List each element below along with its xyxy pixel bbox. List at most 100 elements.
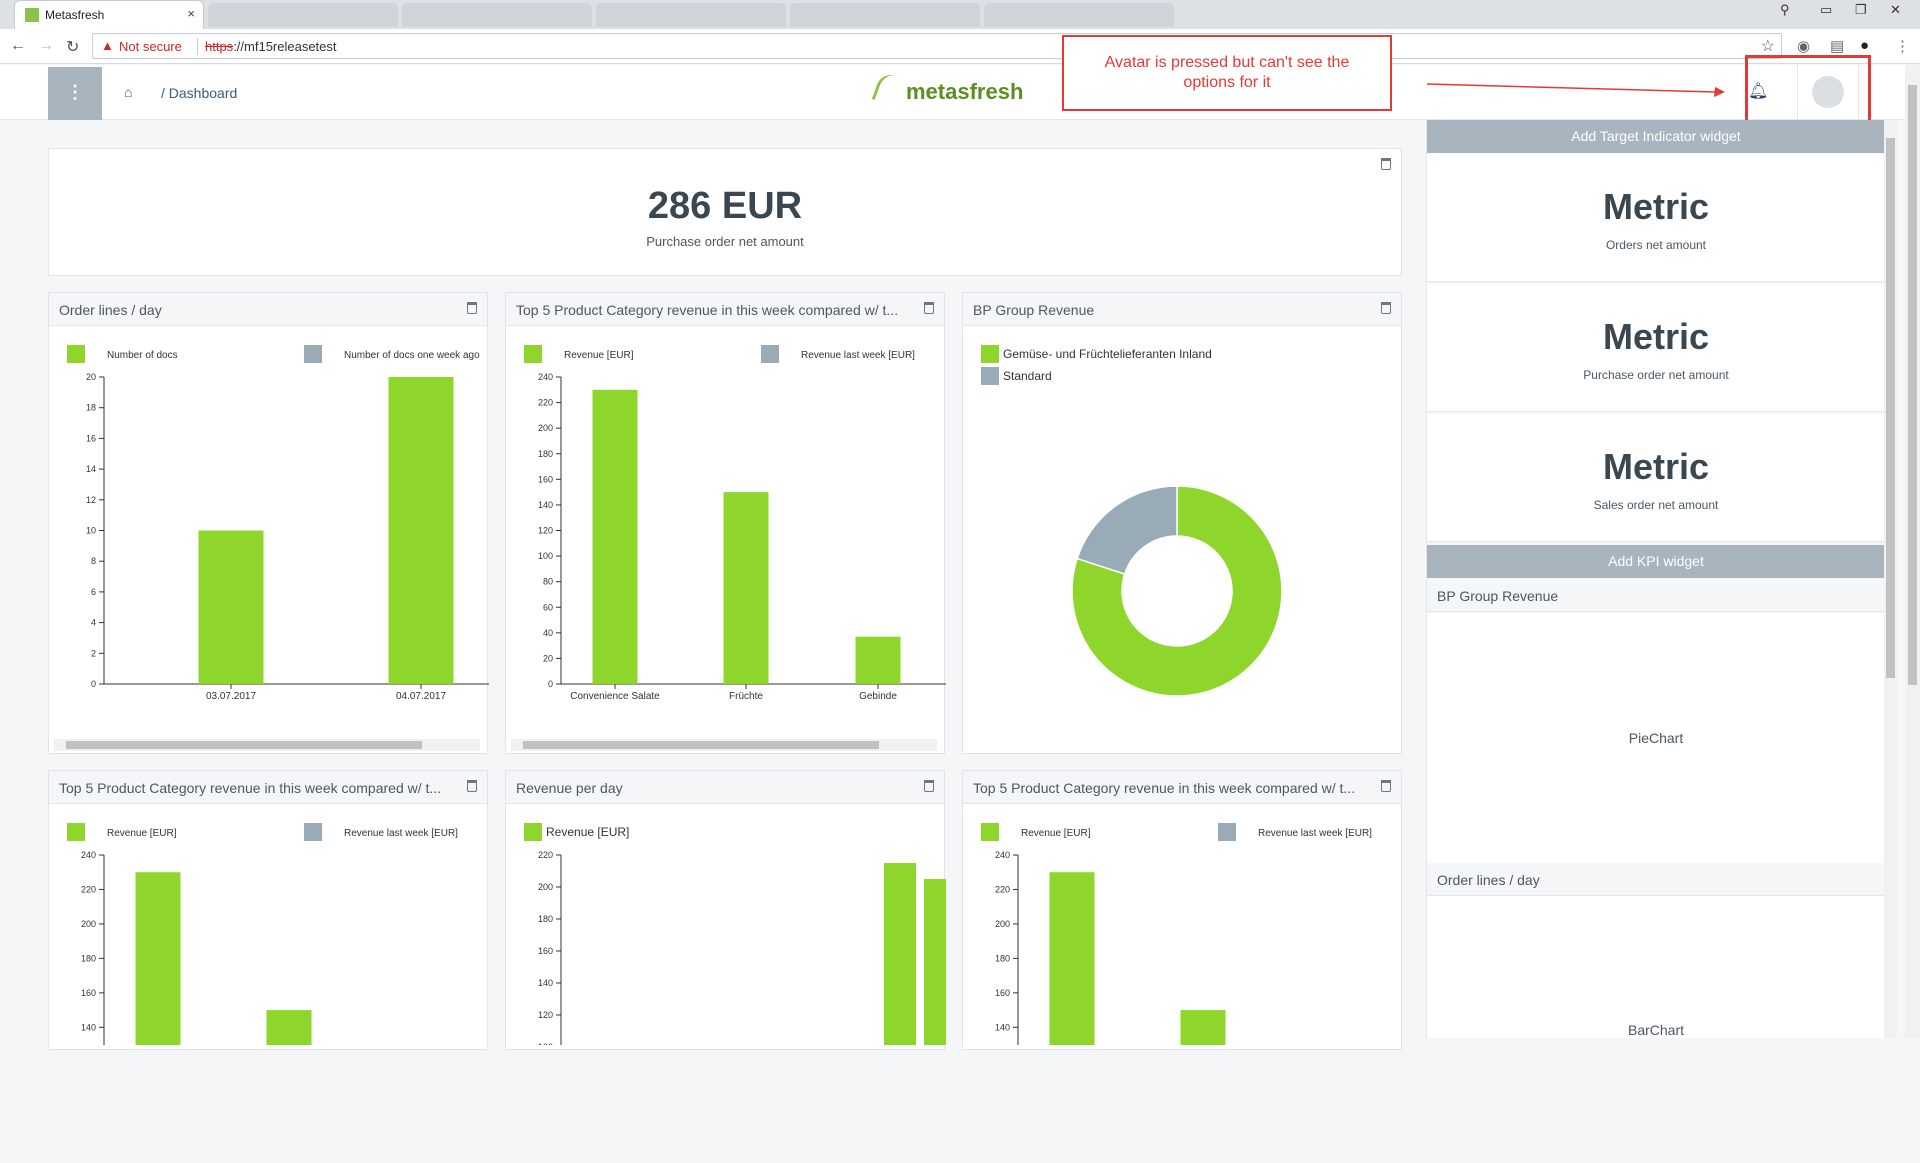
page-scrollbar[interactable]	[1905, 65, 1920, 1038]
chart-bp-group-revenue: Gemüse- und Früchtelieferanten Inland Sta…	[981, 345, 1283, 697]
widget-top5-revenue-2: Top 5 Product Category revenue in this w…	[48, 770, 488, 1050]
legend-swatch	[981, 823, 999, 841]
y-tick-label: 120	[538, 1010, 553, 1020]
metric-tile-sales[interactable]: Metric Sales order net amount	[1427, 414, 1885, 542]
widget-title: Top 5 Product Category revenue in this w…	[973, 780, 1356, 796]
kpi-item-title[interactable]: Order lines / day	[1427, 863, 1885, 896]
metric-title: Metric	[1602, 446, 1710, 487]
y-tick-label: 220	[538, 398, 553, 408]
bar	[198, 530, 264, 684]
kpi-item-type[interactable]: BarChart	[1427, 897, 1885, 1038]
metric-caption: Orders net amount	[1605, 238, 1707, 252]
y-tick-label: 10	[86, 526, 96, 536]
restore-icon[interactable]: ❐	[1855, 2, 1867, 18]
browser-tab-inactive[interactable]	[790, 3, 980, 27]
y-tick-label: 8	[91, 556, 96, 566]
trash-icon[interactable]	[467, 780, 477, 792]
annotation-box: Avatar is pressed but can't see the opti…	[1062, 35, 1392, 111]
widget-header: Top 5 Product Category revenue in this w…	[49, 771, 487, 804]
widget-header: BP Group Revenue	[963, 293, 1401, 326]
close-window-icon[interactable]: ✕	[1890, 2, 1901, 18]
y-tick-label: 200	[995, 919, 1010, 929]
y-tick-label: 180	[81, 953, 96, 963]
widget-header: Top 5 Product Category revenue in this w…	[506, 293, 944, 326]
reload-icon[interactable]: ↻	[66, 37, 79, 57]
trash-icon[interactable]	[1381, 302, 1391, 314]
annotation-line-1: Avatar is pressed but can't see the	[1104, 54, 1350, 71]
extension-github-icon[interactable]: ●	[1860, 37, 1869, 54]
trash-icon[interactable]	[467, 302, 477, 314]
browser-tab[interactable]: Metasfresh ×	[14, 0, 204, 29]
y-tick-label: 160	[81, 988, 96, 998]
back-icon[interactable]: ←	[10, 37, 26, 55]
scroll-thumb[interactable]	[1908, 85, 1917, 685]
address-bar-row: ← → ↻ ▲ Not secure https://mf15releasete…	[0, 29, 1920, 64]
browser-tab-inactive[interactable]	[208, 3, 398, 27]
y-tick-label: 180	[538, 914, 553, 924]
kpi-value: 286 EUR	[647, 185, 803, 227]
logo-swoosh-icon	[871, 70, 911, 110]
widget-title: Top 5 Product Category revenue in this w…	[59, 780, 442, 796]
browser-tab-inactive[interactable]	[596, 3, 786, 27]
widget-title: Revenue per day	[516, 780, 623, 796]
sidebar-scrollbar[interactable]	[1884, 120, 1897, 1038]
trash-icon[interactable]	[924, 780, 934, 792]
y-tick-label: 220	[81, 884, 96, 894]
widget-revenue-per-day: Revenue per day Revenue [EUR]80100120140…	[505, 770, 946, 1050]
bar	[1049, 872, 1095, 1045]
legend-label: Revenue last week [EUR]	[1258, 828, 1372, 839]
browser-tab-inactive[interactable]	[402, 3, 592, 27]
add-kpi-widget-button[interactable]: Add KPI widget	[1427, 545, 1885, 578]
trash-icon[interactable]	[924, 302, 934, 314]
y-tick-label: 220	[995, 884, 1010, 894]
y-tick-label: 140	[538, 500, 553, 510]
window-controls: ⚲ ▭ ❐ ✕	[1770, 0, 1920, 22]
legend-label: Revenue [EUR]	[107, 828, 177, 839]
extension-eye-icon[interactable]: ◉	[1797, 37, 1810, 55]
x-tick-label: 03.07.2017	[206, 691, 256, 702]
add-target-indicator-button[interactable]: Add Target Indicator widget	[1427, 120, 1885, 153]
y-tick-label: 4	[91, 618, 96, 628]
legend-label: Gemüse- und Früchtelieferanten Inland	[1003, 347, 1212, 361]
y-tick-label: 2	[91, 648, 96, 658]
extension-pdf-icon[interactable]: ▤	[1830, 37, 1844, 55]
bookmark-star-icon[interactable]: ☆	[1761, 36, 1775, 56]
trash-icon[interactable]	[1381, 158, 1391, 170]
y-tick-label: 12	[86, 495, 96, 505]
y-tick-label: 140	[81, 1022, 96, 1032]
tab-close-icon[interactable]: ×	[187, 6, 195, 21]
metric-tile-orders[interactable]: Metric Orders net amount	[1427, 154, 1885, 282]
legend-label: Revenue [EUR]	[564, 350, 634, 361]
chrome-menu-icon[interactable]: ⋮	[1895, 37, 1910, 55]
menu-button[interactable]: ⋮	[48, 67, 102, 120]
browser-tab-inactive[interactable]	[984, 3, 1174, 27]
bar	[924, 879, 946, 1045]
annotation-arrow	[1426, 83, 1725, 97]
x-tick-label: Convenience Salate	[570, 691, 660, 702]
minimize-icon[interactable]: ▭	[1820, 2, 1832, 18]
x-tick-label: Gebinde	[859, 691, 897, 702]
scroll-thumb[interactable]	[523, 741, 879, 749]
bar	[855, 636, 901, 684]
forward-icon[interactable]: →	[38, 37, 54, 55]
breadcrumb[interactable]: / Dashboard	[161, 85, 237, 101]
horizontal-scrollbar[interactable]	[511, 739, 937, 751]
chart-top5-revenue-2: Revenue [EUR]Revenue last week [EUR]1201…	[67, 823, 458, 1045]
home-icon[interactable]: ⌂	[124, 84, 132, 100]
url-input[interactable]: ▲ Not secure https://mf15releasetest ☆	[92, 33, 1782, 59]
legend-swatch	[304, 345, 322, 363]
kpi-item-title[interactable]: BP Group Revenue	[1427, 579, 1885, 612]
widget-title: BP Group Revenue	[973, 302, 1095, 318]
legend-label: Number of docs	[107, 350, 178, 361]
y-tick-label: 60	[543, 602, 553, 612]
widget-header: Order lines / day	[49, 293, 487, 326]
scroll-thumb[interactable]	[66, 741, 422, 749]
kpi-card-purchase: 286 EUR Purchase order net amount	[48, 148, 1402, 276]
trash-icon[interactable]	[1381, 780, 1391, 792]
y-tick-label: 160	[995, 988, 1010, 998]
profile-icon[interactable]: ⚲	[1780, 2, 1790, 18]
scroll-thumb[interactable]	[1886, 138, 1895, 678]
y-tick-label: 200	[538, 423, 553, 433]
metric-tile-purchase[interactable]: Metric Purchase order net amount	[1427, 284, 1885, 412]
horizontal-scrollbar[interactable]	[54, 739, 480, 751]
